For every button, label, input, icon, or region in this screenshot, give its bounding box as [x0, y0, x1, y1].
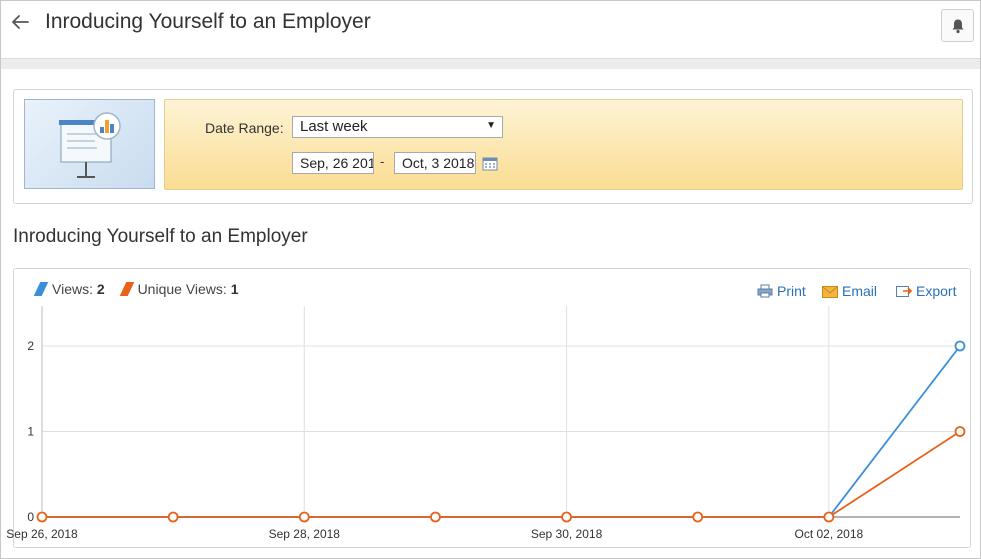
envelope-icon — [822, 286, 838, 298]
date-range-select[interactable]: Last week ▼ — [292, 116, 503, 138]
legend-item-views[interactable]: Views: 2 — [33, 281, 105, 297]
header-divider — [1, 58, 980, 69]
presentation-chart-icon — [24, 99, 155, 189]
arrow-left-icon[interactable] — [9, 11, 33, 35]
legend-item-unique-views[interactable]: Unique Views: 1 — [119, 281, 239, 297]
email-button[interactable]: Email — [822, 283, 877, 299]
start-date-input[interactable]: Sep, 26 2018 — [292, 152, 374, 174]
chevron-down-icon: ▼ — [486, 120, 496, 131]
export-icon — [896, 286, 913, 297]
end-date-input[interactable]: Oct, 3 2018 — [394, 152, 476, 174]
print-button[interactable]: Print — [757, 283, 806, 299]
date-separator: - — [380, 154, 385, 169]
export-label: Export — [916, 283, 957, 299]
filter-panel: Date Range: Last week ▼ Sep, 26 2018 - O… — [13, 89, 973, 204]
chart-panel — [13, 268, 971, 548]
notifications-button[interactable] — [941, 9, 974, 42]
report-title: Inroducing Yourself to an Employer — [13, 226, 308, 247]
print-label: Print — [777, 283, 806, 299]
export-button[interactable]: Export — [896, 283, 956, 299]
calendar-icon[interactable] — [482, 156, 498, 171]
printer-icon — [757, 284, 773, 298]
page-title: Inroducing Yourself to an Employer — [45, 10, 371, 33]
date-filter-box: Date Range: Last week ▼ Sep, 26 2018 - O… — [164, 99, 963, 190]
top-bar: Inroducing Yourself to an Employer — [1, 1, 980, 58]
legend-unique-label: Unique Views: — [137, 281, 227, 297]
chart-legend: Views: 2 Unique Views: 1 — [33, 281, 253, 297]
date-range-selected: Last week — [300, 118, 368, 135]
unique-views-swatch — [119, 282, 134, 296]
email-label: Email — [842, 283, 878, 299]
legend-views-label: Views: — [52, 281, 93, 297]
bell-icon — [952, 19, 964, 34]
date-range-label: Date Range: — [205, 120, 284, 136]
legend-unique-value: 1 — [230, 281, 239, 297]
legend-views-value: 2 — [96, 281, 105, 297]
